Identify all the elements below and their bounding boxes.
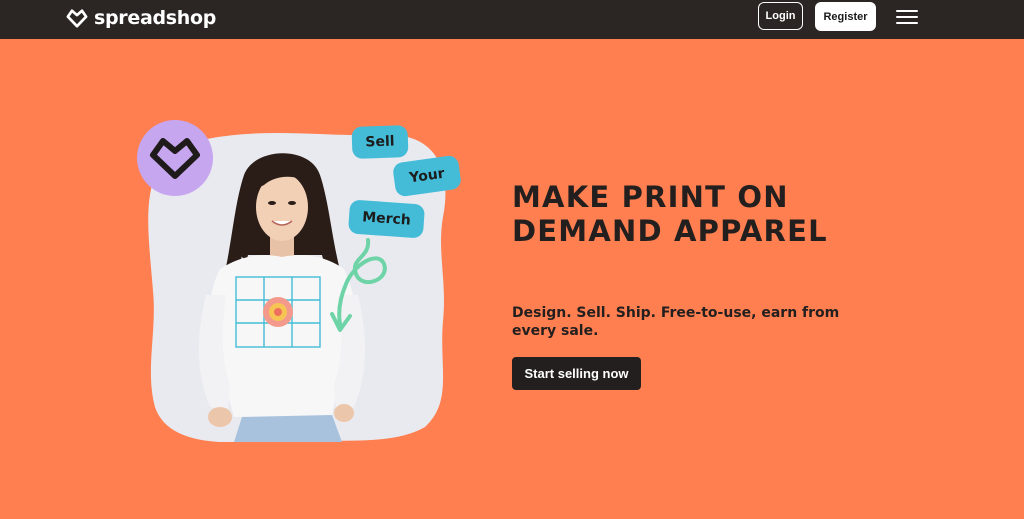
top-navigation-bar: spreadshop Login Register <box>0 0 1024 39</box>
hamburger-menu-icon[interactable] <box>896 9 918 25</box>
logo-text: spreadshop <box>94 7 217 29</box>
sell-pill-label: Sell <box>351 125 409 159</box>
login-button[interactable]: Login <box>758 2 803 30</box>
spreadshop-logo[interactable]: spreadshop <box>66 7 216 29</box>
hero-subtext: Design. Sell. Ship. Free-to-use, earn fr… <box>512 305 840 339</box>
spreadshop-badge <box>137 120 213 196</box>
start-selling-now-button[interactable]: Start selling now <box>512 357 641 390</box>
register-button[interactable]: Register <box>815 2 876 31</box>
merch-pill-label: Merch <box>347 199 426 239</box>
spreadshop-heart-logo-icon <box>66 9 88 28</box>
hero-headline: MAKE PRINT ON DEMAND APPAREL <box>512 180 828 248</box>
curly-arrow-icon <box>330 238 387 332</box>
spreadshop-heart-badge-icon <box>150 138 200 179</box>
